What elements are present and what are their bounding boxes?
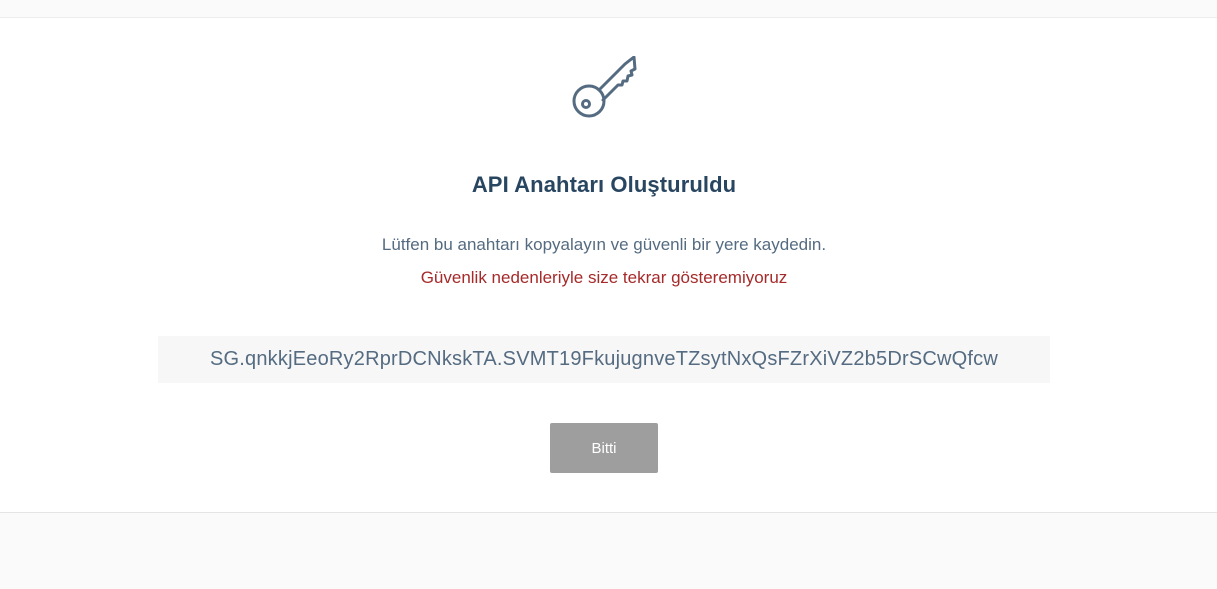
- dialog-title: API Anahtarı Oluşturuldu: [471, 172, 737, 197]
- api-key-created-panel: API Anahtarı Oluşturuldu Lütfen bu anaht…: [0, 18, 1217, 513]
- top-bar: [0, 0, 1217, 18]
- done-button[interactable]: Bitti: [550, 423, 658, 473]
- key-icon: [572, 56, 637, 118]
- api-key-value[interactable]: SG.qnkkjEeoRy2RprDCNkskTA.SVMT19Fkujugnv…: [210, 348, 998, 371]
- save-key-message: Lütfen bu anahtarı kopyalayın ve güvenli…: [381, 235, 827, 254]
- api-key-box[interactable]: SG.qnkkjEeoRy2RprDCNkskTA.SVMT19Fkujugnv…: [158, 336, 1050, 383]
- security-warning: Güvenlik nedenleriyle size tekrar göster…: [420, 268, 788, 287]
